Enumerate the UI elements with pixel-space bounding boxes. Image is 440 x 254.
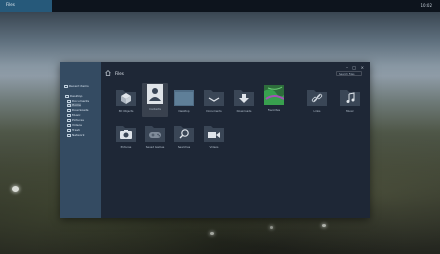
picture-icon: [67, 118, 71, 122]
home-icon: [105, 70, 111, 76]
folder-icon: [204, 90, 224, 106]
sidebar-item-label: Network: [72, 133, 85, 137]
music-icon: [340, 90, 360, 106]
search-input[interactable]: Search Files: [336, 71, 362, 76]
video-icon: [67, 123, 71, 127]
item-label: Pictures: [120, 145, 132, 149]
wallpaper-flower: [322, 224, 326, 227]
item-searches[interactable]: Searches: [171, 121, 197, 155]
taskbar: Files 10:02: [0, 0, 440, 12]
sidebar-item-label: Home: [72, 103, 81, 107]
item-pictures[interactable]: Pictures: [113, 121, 139, 155]
item-label: Favorites: [267, 108, 281, 112]
item-label: Saved Games: [145, 145, 165, 149]
contacts-icon: [147, 84, 163, 104]
sidebar-item-label: Videos: [72, 123, 82, 127]
item-documents[interactable]: Documents: [201, 85, 227, 119]
search-icon: [174, 126, 194, 142]
sidebar-item-music[interactable]: Music: [67, 113, 81, 117]
sidebar-item-label: Downloads: [72, 108, 89, 112]
item-3d-objects[interactable]: 3D Objects: [113, 85, 139, 119]
item-label: Searches: [177, 145, 191, 149]
camera-icon: [116, 126, 136, 142]
home-icon: [67, 103, 71, 107]
titlebar: Files – □ × Search Files: [101, 62, 370, 84]
start-label: Files: [6, 2, 15, 7]
item-label: Desktop: [178, 109, 190, 113]
music-icon: [67, 113, 71, 117]
item-label: Documents: [206, 109, 222, 113]
download-icon: [234, 90, 254, 106]
item-contacts[interactable]: Contacts: [142, 83, 168, 117]
sidebar-item-label: Recent items: [69, 84, 89, 88]
sidebar-item-desktop[interactable]: Desktop: [65, 94, 82, 98]
sidebar-item-trash[interactable]: Trash: [67, 128, 80, 132]
item-label: Videos: [209, 145, 219, 149]
item-favorites[interactable]: Favorites: [261, 84, 287, 118]
sidebar-item-downloads[interactable]: Downloads: [67, 108, 88, 112]
file-manager-window: Recent items Desktop Documents Home Down…: [60, 62, 370, 218]
desktop-icon: [65, 94, 69, 98]
clock-icon: [64, 84, 68, 88]
sidebar-item-pictures[interactable]: Pictures: [67, 118, 84, 122]
sidebar-item-label: Music: [72, 113, 81, 117]
gamepad-icon: [145, 126, 165, 142]
item-label: Music: [346, 109, 354, 113]
close-button[interactable]: ×: [361, 65, 364, 70]
item-music[interactable]: Music: [337, 85, 363, 119]
clock: 10:02: [420, 3, 432, 8]
sidebar-item-videos[interactable]: Videos: [67, 123, 82, 127]
window-title: Files: [115, 71, 124, 76]
sidebar: Recent items Desktop Documents Home Down…: [60, 62, 101, 218]
maximize-button[interactable]: □: [352, 65, 356, 70]
link-icon: [307, 90, 327, 106]
sidebar-item-label: Desktop: [70, 94, 83, 98]
item-desktop[interactable]: Desktop: [171, 85, 197, 119]
minimize-button[interactable]: –: [346, 65, 348, 70]
item-label: Contacts: [149, 107, 161, 111]
box-icon: [116, 90, 136, 106]
item-videos[interactable]: Videos: [201, 121, 227, 155]
sidebar-item-network[interactable]: Network: [67, 133, 85, 137]
network-icon: [67, 133, 71, 137]
sidebar-item-recent[interactable]: Recent items: [64, 84, 89, 88]
item-saved-games[interactable]: Saved Games: [142, 121, 168, 155]
desktop-icon: [174, 90, 194, 106]
wallpaper-flower: [210, 232, 214, 235]
item-label: Links: [313, 109, 321, 113]
item-downloads[interactable]: Downloads: [231, 85, 257, 119]
trash-icon: [67, 128, 71, 132]
wallpaper-flower: [270, 226, 273, 229]
sidebar-item-label: Pictures: [72, 118, 84, 122]
map-icon: [264, 85, 284, 105]
item-label: 3D Objects: [118, 109, 134, 113]
start-button[interactable]: Files: [0, 0, 52, 12]
download-icon: [67, 108, 71, 112]
sidebar-item-label: Trash: [72, 128, 80, 132]
main-content: Files – □ × Search Files 3D Objects Cont…: [101, 62, 370, 218]
wallpaper-flower: [12, 186, 19, 192]
video-icon: [204, 126, 224, 142]
item-links[interactable]: Links: [304, 85, 330, 119]
sidebar-item-home[interactable]: Home: [67, 103, 81, 107]
item-label: Downloads: [236, 109, 252, 113]
